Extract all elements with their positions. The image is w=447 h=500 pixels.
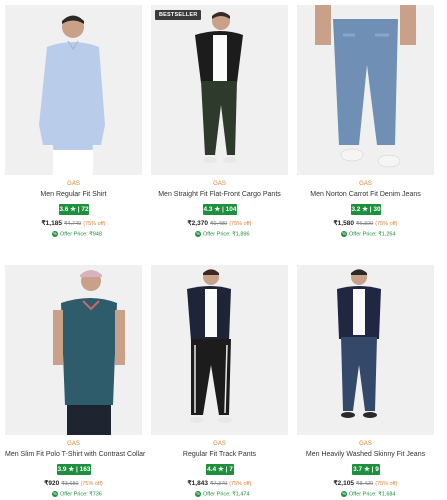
product-brand: GAS	[213, 441, 226, 447]
product-image[interactable]	[151, 265, 288, 435]
offer-price-row: % Offer Price: ₹1,896	[195, 231, 250, 237]
product-discount: (75% off)	[80, 481, 103, 487]
price-row: ₹2,370 ₹9,480 (75% off)	[151, 219, 288, 227]
offer-tag-icon: %	[341, 491, 347, 497]
product-price: ₹1,843	[187, 480, 208, 487]
offer-price-label: Offer Price: ₹1,896	[203, 231, 250, 238]
offer-tag-icon: %	[52, 491, 58, 497]
product-grid: GAS Men Regular Fit Shirt 3.6 ★ | 72 ₹1,…	[0, 0, 447, 500]
product-mrp: ₹9,480	[209, 221, 228, 227]
product-card[interactable]: GAS Men Slim Fit Polo T-Shirt with Contr…	[5, 265, 145, 500]
price-row: ₹1,843 ₹7,370 (75% off)	[151, 479, 288, 487]
product-image[interactable]	[5, 265, 142, 435]
product-mrp: ₹3,680	[61, 481, 79, 487]
offer-tag-icon: %	[52, 231, 58, 237]
product-brand: GAS	[359, 181, 372, 187]
rating-badge: 3.9 ★ | 163	[57, 464, 91, 475]
product-price: ₹1,185	[41, 220, 62, 227]
product-price: ₹1,580	[333, 220, 354, 227]
offer-price-row: % Offer Price: ₹948	[52, 231, 102, 237]
product-price: ₹2,370	[187, 220, 208, 227]
product-brand: GAS	[67, 441, 80, 447]
price-row: ₹1,185 ₹4,740 (75% off)	[5, 219, 142, 227]
offer-price-label: Offer Price: ₹1,474	[203, 491, 250, 498]
product-price: ₹920	[44, 480, 60, 487]
product-name[interactable]: Men Slim Fit Polo T-Shirt with Contrast …	[5, 451, 145, 458]
bestseller-badge: BESTSELLER	[155, 10, 202, 20]
product-name[interactable]: Men Straight Fit Flat-Front Cargo Pants	[151, 191, 288, 198]
product-name[interactable]: Men Norton Carrot Fit Denim Jeans	[297, 191, 434, 198]
rating-badge: 3.7 ★ | 9	[352, 464, 380, 475]
product-card[interactable]: GAS Men Heavily Washed Skinny Fit Jeans …	[297, 265, 434, 500]
offer-price-row: % Offer Price: ₹736	[52, 491, 102, 497]
product-card[interactable]: GAS Regular Fit Track Pants 4.4 ★ | 7 ₹1…	[151, 265, 288, 500]
product-brand: GAS	[213, 181, 226, 187]
rating-badge: 3.6 ★ | 72	[59, 204, 89, 215]
offer-price-row: % Offer Price: ₹1,684	[341, 491, 396, 497]
price-row: ₹1,580 ₹6,320 (75% off)	[297, 219, 434, 227]
product-price: ₹2,105	[333, 480, 354, 487]
product-discount: (75% off)	[229, 481, 252, 487]
rating-badge: 3.2 ★ | 30	[351, 204, 381, 215]
product-mrp: ₹7,370	[209, 481, 228, 487]
product-image[interactable]	[297, 5, 434, 175]
product-card[interactable]: BESTSELLER GAS Men Straight Fit Flat-Fro…	[151, 5, 288, 245]
product-mrp: ₹8,420	[355, 481, 374, 487]
product-image[interactable]: BESTSELLER	[151, 5, 288, 175]
product-image[interactable]	[297, 265, 434, 435]
offer-tag-icon: %	[195, 491, 201, 497]
product-card[interactable]: GAS Men Norton Carrot Fit Denim Jeans 3.…	[297, 5, 434, 245]
offer-tag-icon: %	[341, 231, 347, 237]
product-name[interactable]: Regular Fit Track Pants	[151, 451, 288, 458]
product-brand: GAS	[67, 181, 80, 187]
product-discount: (75% off)	[229, 221, 252, 227]
product-discount: (75% off)	[375, 481, 398, 487]
offer-price-row: % Offer Price: ₹1,474	[195, 491, 250, 497]
product-discount: (75% off)	[375, 221, 398, 227]
rating-badge: 4.3 ★ | 104	[203, 204, 237, 215]
offer-price-label: Offer Price: ₹948	[60, 231, 102, 238]
product-image[interactable]	[5, 5, 142, 175]
price-row: ₹920 ₹3,680 (75% off)	[5, 479, 142, 487]
product-mrp: ₹6,320	[355, 221, 374, 227]
offer-price-label: Offer Price: ₹1,264	[349, 231, 396, 238]
product-mrp: ₹4,740	[63, 221, 82, 227]
product-card[interactable]: GAS Men Regular Fit Shirt 3.6 ★ | 72 ₹1,…	[5, 5, 142, 245]
product-discount: (75% off)	[83, 221, 106, 227]
product-name[interactable]: Men Regular Fit Shirt	[5, 191, 142, 198]
product-name[interactable]: Men Heavily Washed Skinny Fit Jeans	[297, 451, 434, 458]
product-brand: GAS	[359, 441, 372, 447]
offer-price-label: Offer Price: ₹736	[60, 491, 102, 498]
offer-tag-icon: %	[195, 231, 201, 237]
offer-price-label: Offer Price: ₹1,684	[349, 491, 396, 498]
price-row: ₹2,105 ₹8,420 (75% off)	[297, 479, 434, 487]
offer-price-row: % Offer Price: ₹1,264	[341, 231, 396, 237]
rating-badge: 4.4 ★ | 7	[206, 464, 234, 475]
